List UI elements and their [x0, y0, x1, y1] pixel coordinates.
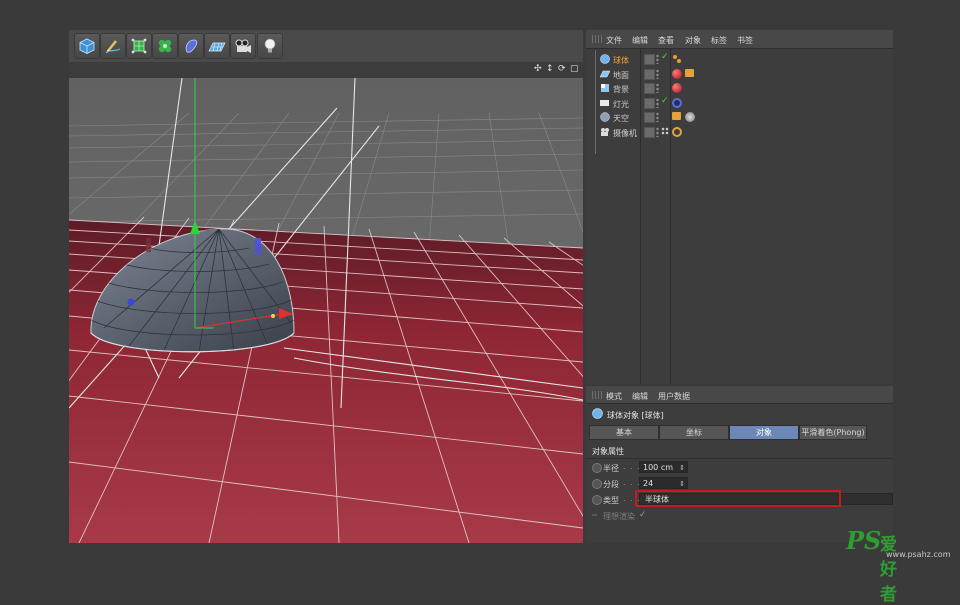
animate-radio[interactable] — [592, 495, 602, 505]
visibility-toggle[interactable] — [644, 112, 655, 123]
sky-icon — [600, 112, 610, 122]
rotate-view-icon[interactable]: ⟳ — [558, 64, 566, 74]
floor-icon — [600, 70, 610, 78]
menu-edit[interactable]: 编辑 — [632, 35, 648, 46]
prop-render-perfect: 理想渲染 ✓ — [586, 509, 893, 523]
menu-file[interactable]: 文件 — [606, 35, 622, 46]
object-row-background[interactable]: 背景 — [586, 81, 893, 95]
object-name[interactable]: 天空 — [613, 113, 629, 124]
attributes-menubar: 模式 编辑 用户数据 — [586, 386, 893, 404]
visibility-toggle[interactable] — [644, 69, 655, 80]
tab-phong[interactable]: 平滑着色(Phong) — [799, 425, 867, 440]
radius-field[interactable]: 100 cm ⇕ — [639, 461, 688, 473]
pen-icon[interactable] — [100, 33, 126, 59]
menu-tags[interactable]: 标签 — [711, 35, 727, 46]
protection-tag-icon[interactable] — [672, 127, 682, 137]
material-tag-icon[interactable] — [672, 83, 682, 93]
panel-grip-icon[interactable] — [592, 391, 602, 399]
background-icon — [601, 84, 609, 92]
switch-view-icon[interactable]: ▢ — [570, 64, 579, 74]
stepper-icon: ⇕ — [679, 464, 685, 472]
attributes-manager: 模式 编辑 用户数据 球体对象 [球体] 基本 坐标 对象 平滑着色(Phong… — [586, 386, 893, 543]
object-row-sky[interactable]: 天空 — [586, 110, 893, 124]
object-row-camera[interactable]: 摄像机 — [586, 125, 893, 139]
visibility-toggle[interactable] — [644, 127, 655, 138]
viewport-menubar — [69, 62, 583, 79]
phong-tag-icon[interactable] — [672, 54, 682, 64]
animate-radio[interactable] — [592, 463, 602, 473]
cloner-icon[interactable] — [152, 33, 178, 59]
section-divider — [586, 458, 893, 459]
menu-bookmarks[interactable]: 书签 — [737, 35, 753, 46]
render-dots[interactable] — [656, 83, 659, 93]
menu-view[interactable]: 查看 — [658, 35, 674, 46]
menu-edit[interactable]: 编辑 — [632, 391, 648, 402]
sphere-icon — [600, 54, 610, 64]
watermark-logo: PS — [846, 526, 882, 555]
animate-radio[interactable] — [592, 479, 602, 489]
layer-icon[interactable] — [661, 127, 669, 135]
deformer-icon[interactable] — [178, 33, 204, 59]
material-tag-icon[interactable] — [672, 69, 682, 79]
object-name[interactable]: 背景 — [613, 84, 629, 95]
zoom-view-icon[interactable]: ↕ — [546, 64, 554, 74]
sky-material-tag-icon[interactable] — [685, 112, 695, 122]
object-row-light[interactable]: 灯光 ✓ — [586, 96, 893, 110]
object-name[interactable]: 地面 — [613, 70, 629, 81]
render-dots[interactable] — [656, 69, 659, 79]
object-title: 球体对象 [球体] — [607, 411, 664, 420]
subdivision-icon[interactable] — [126, 33, 152, 59]
menu-object[interactable]: 对象 — [685, 35, 701, 46]
menu-user-data[interactable]: 用户数据 — [658, 391, 690, 402]
render-dots[interactable] — [656, 127, 659, 137]
texture-tag-icon[interactable] — [672, 112, 681, 120]
viewport-scene[interactable] — [69, 78, 583, 543]
prop-label: 理想渲染 — [603, 512, 635, 521]
prop-label: 分段 — [603, 480, 619, 489]
texture-tag-icon[interactable] — [685, 69, 694, 77]
tab-object[interactable]: 对象 — [729, 425, 799, 440]
light-icon — [600, 100, 609, 106]
tab-coord[interactable]: 坐标 — [659, 425, 729, 440]
menu-mode[interactable]: 模式 — [606, 391, 622, 402]
prop-label: 类型 — [603, 496, 619, 505]
move-view-icon[interactable]: ✣ — [534, 64, 542, 74]
watermark-url: www.psahz.com — [886, 550, 951, 559]
prop-label: 半径 — [603, 464, 619, 473]
enabled-check-icon[interactable]: ✓ — [661, 52, 669, 62]
section-title: 对象属性 — [592, 447, 624, 456]
object-name[interactable]: 灯光 — [613, 99, 629, 110]
prop-segments: 分段 . . . 24 ⇕ — [586, 477, 893, 491]
render-perfect-checkbox[interactable]: ✓ — [639, 510, 647, 520]
stepper-icon: ⇕ — [679, 480, 685, 488]
camera-icon — [601, 128, 609, 136]
object-name[interactable]: 球体 — [613, 55, 629, 66]
cube-icon[interactable] — [74, 33, 100, 59]
floor-icon[interactable] — [204, 33, 230, 59]
object-manager-menubar: 文件 编辑 查看 对象 标签 书签 — [586, 30, 893, 49]
object-row-floor[interactable]: 地面 — [586, 67, 893, 81]
target-tag-icon[interactable] — [672, 98, 682, 108]
render-dots[interactable] — [656, 54, 659, 64]
segments-field[interactable]: 24 ⇕ — [639, 477, 688, 489]
render-dots[interactable] — [656, 98, 659, 108]
prop-radius: 半径 . . . 100 cm ⇕ — [586, 461, 893, 475]
tab-basic[interactable]: 基本 — [589, 425, 659, 440]
visibility-toggle[interactable] — [644, 83, 655, 94]
render-dots[interactable] — [656, 112, 659, 122]
object-row-sphere[interactable]: 球体 ✓ — [586, 52, 893, 66]
light-icon[interactable] — [257, 33, 283, 59]
visibility-toggle[interactable] — [644, 54, 655, 65]
viewport-toolbar — [69, 30, 583, 62]
highlight-box — [635, 490, 841, 507]
panel-grip-icon[interactable] — [592, 35, 602, 43]
camera-icon[interactable] — [230, 33, 256, 59]
visibility-toggle[interactable] — [644, 98, 655, 109]
sphere-icon — [592, 408, 603, 419]
3d-viewport[interactable]: ✣ ↕ ⟳ ▢ — [69, 30, 583, 543]
object-manager: 文件 编辑 查看 对象 标签 书签 球体 ✓ 地面 背景 灯光 ✓ 天空 摄像机 — [586, 30, 893, 384]
object-name[interactable]: 摄像机 — [613, 128, 637, 139]
enabled-check-icon[interactable]: ✓ — [661, 96, 669, 106]
